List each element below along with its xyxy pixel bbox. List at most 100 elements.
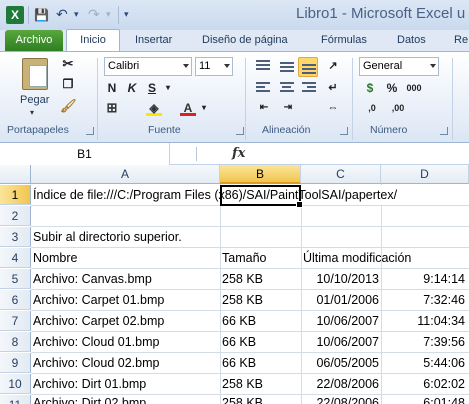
cell-b9[interactable]: 66 KB	[222, 353, 300, 373]
cell-a7[interactable]: Archivo: Carpet 02.bmp	[33, 311, 218, 331]
column-header-c[interactable]: C	[301, 165, 381, 184]
row-header-3[interactable]: 3	[0, 227, 31, 247]
align-right-icon[interactable]	[302, 82, 316, 94]
cell-c10[interactable]: 22/08/2006	[303, 374, 379, 394]
merge-center-icon[interactable]: ⇔	[325, 100, 341, 116]
row-header-6[interactable]: 6	[0, 290, 31, 310]
orientation-icon[interactable]: ↗	[325, 58, 341, 74]
column-header-d[interactable]: D	[381, 165, 469, 184]
percent-button[interactable]: %	[384, 80, 400, 96]
cell-d6[interactable]: 7:32:46	[383, 290, 465, 310]
excel-logo-icon[interactable]: X	[6, 6, 24, 24]
cell-a4[interactable]: Nombre	[33, 248, 218, 268]
row-header-4[interactable]: 4	[0, 248, 31, 268]
increase-decimal-button[interactable]: ,0	[362, 100, 382, 116]
decrease-decimal-button[interactable]: ,00	[386, 100, 410, 116]
align-middle-icon[interactable]	[280, 62, 294, 74]
tab-datos[interactable]: Datos	[397, 30, 426, 51]
cell-c7[interactable]: 10/06/2007	[303, 311, 379, 331]
select-all-corner[interactable]	[0, 165, 31, 184]
cell-b4[interactable]: Tamaño	[222, 248, 300, 268]
cell-b7[interactable]: 66 KB	[222, 311, 300, 331]
align-center-icon[interactable]	[280, 82, 294, 94]
cell-c11[interactable]: 22/08/2006	[303, 395, 379, 404]
name-box[interactable]: B1	[0, 143, 170, 165]
fuente-launcher-icon[interactable]	[236, 127, 244, 135]
cell-b6[interactable]: 258 KB	[222, 290, 300, 310]
cell-b5[interactable]: 258 KB	[222, 269, 300, 289]
cell-a3[interactable]: Subir al directorio superior.	[33, 227, 433, 247]
tab-insertar[interactable]: Insertar	[135, 30, 172, 51]
wrap-text-icon[interactable]: ↵	[325, 80, 341, 96]
redo-icon[interactable]: ↷	[88, 7, 100, 23]
currency-button[interactable]: $	[362, 80, 378, 96]
paste-icon[interactable]	[22, 58, 48, 90]
font-name-select[interactable]: Calibri	[104, 57, 192, 76]
align-top-icon[interactable]	[256, 60, 270, 72]
cell-d11[interactable]: 6:01:48	[383, 395, 465, 404]
cell-c6[interactable]: 01/01/2006	[303, 290, 379, 310]
cell-c8[interactable]: 10/06/2007	[303, 332, 379, 352]
row-header-2[interactable]: 2	[0, 206, 31, 226]
cell-a11[interactable]: Archivo: Dirt 02.bmp	[33, 395, 218, 404]
tab-inicio[interactable]: Inicio	[66, 29, 120, 52]
cell-a9[interactable]: Archivo: Cloud 02.bmp	[33, 353, 218, 373]
format-painter-icon[interactable]: 🖌	[60, 98, 77, 114]
cell-b11[interactable]: 258 KB	[222, 395, 300, 404]
row-header-5[interactable]: 5	[0, 269, 31, 289]
bold-button[interactable]: N	[104, 80, 120, 96]
column-header-b[interactable]: B	[220, 165, 301, 184]
row-header-10[interactable]: 10	[0, 374, 31, 394]
cell-d9[interactable]: 5:44:06	[383, 353, 465, 373]
borders-icon[interactable]: ⊞	[104, 100, 120, 116]
row-header-8[interactable]: 8	[0, 332, 31, 352]
fill-color-icon[interactable]: ◈	[146, 100, 162, 116]
undo-dropdown-icon[interactable]: ▾	[74, 7, 79, 23]
portapapeles-launcher-icon[interactable]	[86, 127, 94, 135]
increase-indent-icon[interactable]: ⇥	[280, 100, 296, 116]
cell-a6[interactable]: Archivo: Carpet 01.bmp	[33, 290, 218, 310]
alineacion-launcher-icon[interactable]	[340, 127, 348, 135]
row-header-7[interactable]: 7	[0, 311, 31, 331]
cell-d10[interactable]: 6:02:02	[383, 374, 465, 394]
decrease-indent-icon[interactable]: ⇤	[256, 100, 272, 116]
insert-function-button[interactable]: fx	[232, 143, 250, 165]
tab-diseno-de-pagina[interactable]: Diseño de página	[202, 30, 288, 51]
cell-a8[interactable]: Archivo: Cloud 01.bmp	[33, 332, 218, 352]
cell-d7[interactable]: 11:04:34	[383, 311, 465, 331]
column-header-a[interactable]: A	[31, 165, 220, 184]
customize-qat-icon[interactable]: ▾	[124, 7, 129, 23]
cell-c9[interactable]: 06/05/2005	[303, 353, 379, 373]
font-color-button[interactable]: A	[180, 100, 196, 116]
selected-cell-b1[interactable]	[220, 185, 303, 208]
number-format-select[interactable]: General	[359, 57, 439, 76]
underline-button[interactable]: S	[144, 80, 160, 96]
undo-icon[interactable]: ↶	[56, 7, 68, 23]
italic-button[interactable]: K	[124, 80, 140, 96]
tab-archivo[interactable]: Archivo	[5, 30, 63, 51]
paste-dropdown-icon[interactable]: ▾	[30, 108, 34, 117]
cell-d8[interactable]: 7:39:56	[383, 332, 465, 352]
row-header-11[interactable]: 11	[0, 395, 31, 404]
copy-icon[interactable]: ❐	[60, 76, 76, 92]
tab-formulas[interactable]: Fórmulas	[321, 30, 367, 51]
cell-c4[interactable]: Última modificación	[303, 248, 467, 268]
font-color-dropdown-icon[interactable]: ▾	[196, 100, 212, 116]
thousands-separator-button[interactable]: 000	[404, 80, 424, 96]
cell-a10[interactable]: Archivo: Dirt 01.bmp	[33, 374, 218, 394]
paste-button[interactable]: Pegar	[20, 94, 49, 106]
cell-b10[interactable]: 258 KB	[222, 374, 300, 394]
cell-a5[interactable]: Archivo: Canvas.bmp	[33, 269, 218, 289]
row-header-9[interactable]: 9	[0, 353, 31, 373]
numero-launcher-icon[interactable]	[440, 127, 448, 135]
save-icon[interactable]: 💾	[34, 7, 49, 23]
row-header-1[interactable]: 1	[0, 185, 31, 205]
cell-b8[interactable]: 66 KB	[222, 332, 300, 352]
cell-d5[interactable]: 9:14:14	[383, 269, 465, 289]
tab-revisar[interactable]: Re	[454, 30, 468, 51]
font-size-select[interactable]: 11	[195, 57, 233, 76]
align-left-icon[interactable]	[256, 82, 270, 94]
redo-dropdown-icon[interactable]: ▾	[106, 7, 111, 23]
cell-c5[interactable]: 10/10/2013	[303, 269, 379, 289]
cut-icon[interactable]: ✂	[60, 56, 76, 72]
